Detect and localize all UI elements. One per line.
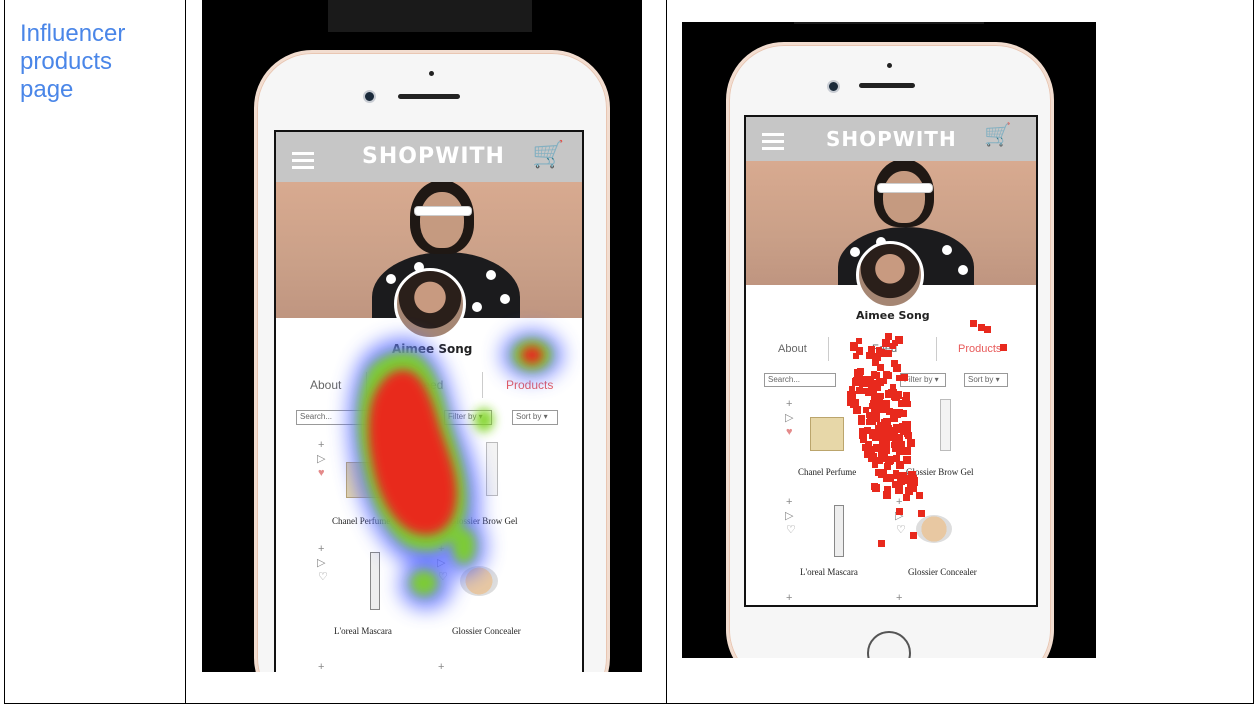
click-marker [916,492,923,499]
click-marker [905,401,911,407]
click-marker [896,508,903,515]
click-marker [883,491,891,499]
click-marker [858,415,865,422]
click-marker [970,320,977,327]
click-marker [984,326,991,333]
click-marker [879,405,887,413]
click-markers [682,22,1096,658]
click-marker [847,391,856,400]
click-marker [891,427,897,433]
click-marker [890,384,896,390]
click-marker [899,475,907,483]
click-marker [873,372,880,379]
click-marker [918,510,925,517]
click-marker [893,364,901,372]
click-marker [876,457,883,464]
click-marker [881,378,887,384]
click-marker [903,456,911,464]
click-marker [903,447,911,455]
click-marker [892,340,898,346]
click-marker [853,406,861,414]
click-marker [856,347,863,354]
click-marker [903,494,910,501]
click-marker [869,432,876,439]
click-marker [873,444,881,452]
click-marker [866,352,873,359]
click-marker [857,388,863,394]
click-marker [886,474,894,482]
click-marker [871,388,877,394]
click-marker [868,454,876,462]
click-marker [876,347,882,353]
click-marker [855,369,862,376]
click-marker [878,427,884,433]
heatmap-overlay [348,331,562,609]
click-marker [895,434,903,442]
click-marker [882,339,890,347]
click-marker [896,485,903,492]
click-marker [869,403,875,409]
click-marker [890,414,898,422]
column-divider [185,0,186,704]
click-marker [885,350,892,357]
clickmap-screenshot: SHOPWITH 🛒 Aimee Song About Feed Product… [682,22,1096,658]
click-marker [877,364,884,371]
heatmap-screenshot: SHOPWITH 🛒 Aimee Song About Feed Product… [202,0,642,672]
click-marker [864,380,871,387]
row-label-text: Influencer products page [20,20,126,103]
click-marker [878,469,887,478]
click-marker [894,391,902,399]
row-label: Influencer products page [20,20,170,104]
click-marker [908,471,916,479]
click-marker [1000,344,1007,351]
click-marker [896,447,904,455]
click-marker [876,396,882,402]
click-marker [904,430,911,437]
click-marker [862,444,869,451]
click-marker [878,540,885,547]
click-marker [910,532,917,539]
column-divider [666,0,667,704]
click-marker [866,412,872,418]
click-marker [899,423,907,431]
click-marker [883,371,890,378]
click-marker [872,484,880,492]
click-marker [907,439,915,447]
click-marker [901,374,908,381]
